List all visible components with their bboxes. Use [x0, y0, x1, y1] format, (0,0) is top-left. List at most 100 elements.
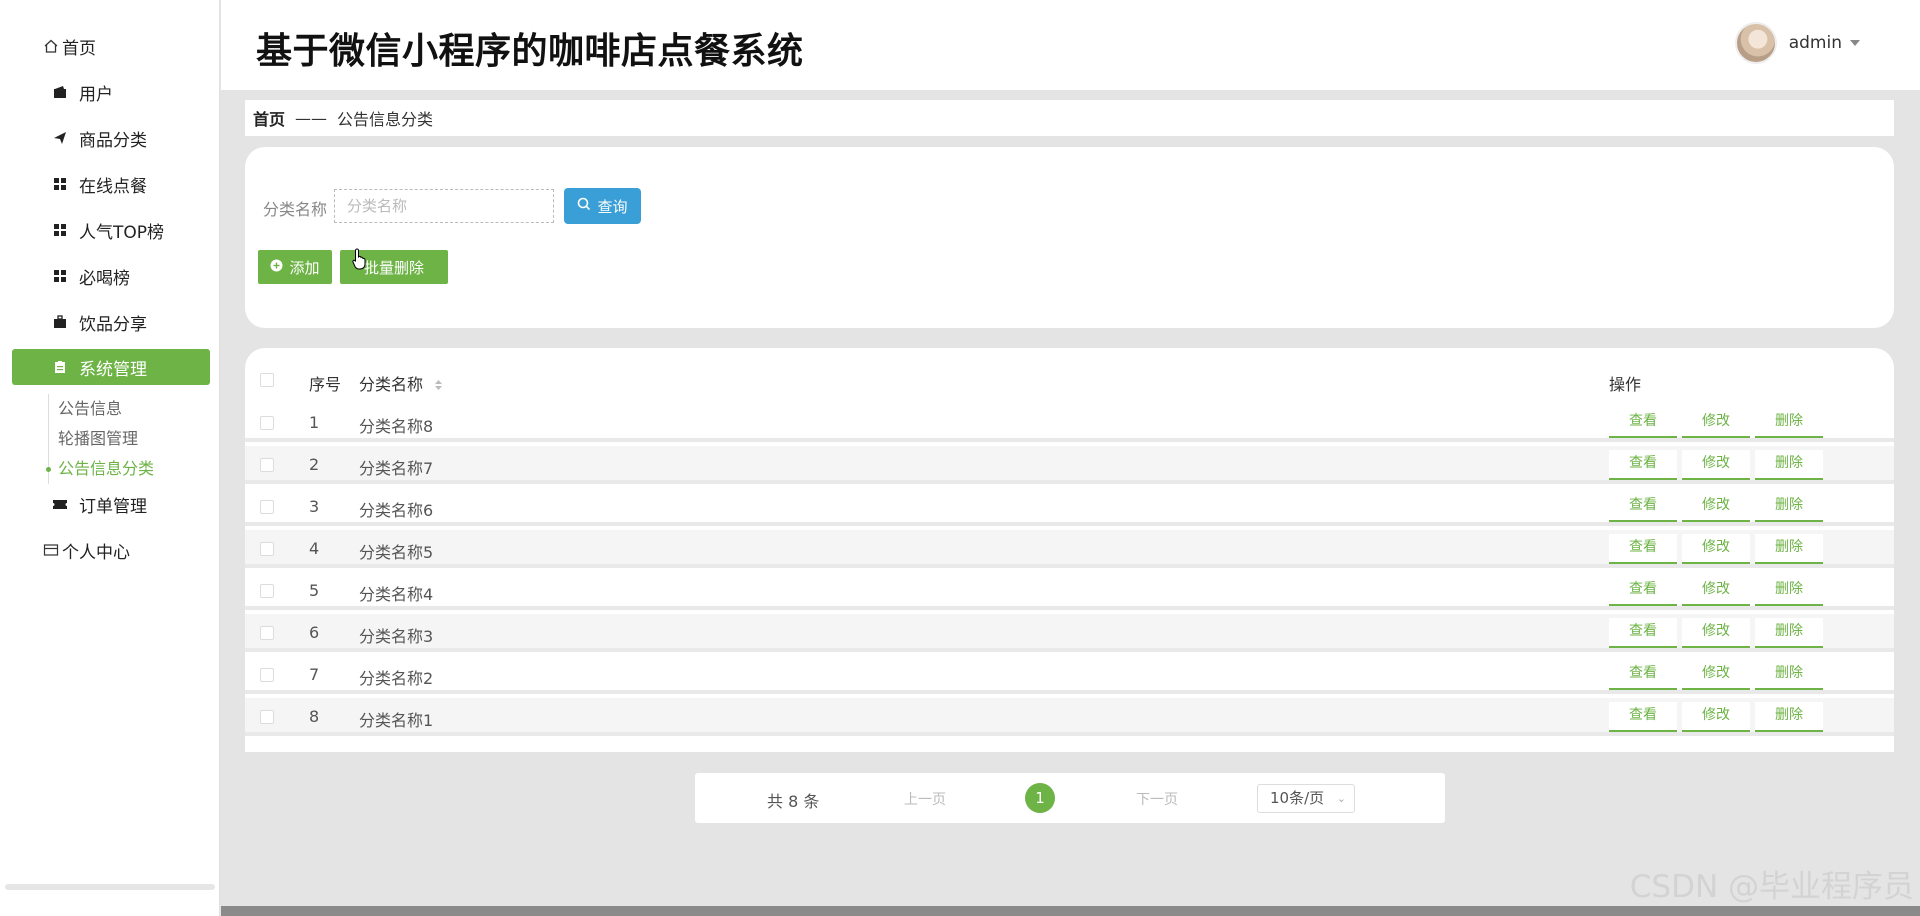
column-header-name[interactable]: 分类名称 — [359, 371, 443, 395]
chevron-down-icon: ⌄ — [1336, 792, 1346, 805]
sidebar-item-label: 饮品分享 — [79, 314, 147, 335]
row-checkbox[interactable] — [260, 416, 274, 430]
delete-button[interactable]: 删除 — [1755, 702, 1823, 732]
add-button[interactable]: 添加 — [258, 250, 332, 284]
table-row: 8 分类名称1 查看 修改 删除 — [245, 698, 1894, 736]
sidebar-item-top-list[interactable]: 人气TOP榜 — [12, 212, 210, 248]
user-menu[interactable]: admin — [1734, 22, 1860, 64]
view-button[interactable]: 查看 — [1609, 534, 1677, 564]
watermark: CSDN @毕业程序员 — [1629, 869, 1914, 905]
select-all-checkbox[interactable] — [260, 373, 274, 387]
row-name: 分类名称2 — [359, 669, 434, 688]
delete-button[interactable]: 删除 — [1755, 534, 1823, 564]
card-icon — [42, 541, 60, 559]
table-row: 5 分类名称4 查看 修改 删除 — [245, 572, 1894, 610]
search-input[interactable] — [334, 189, 554, 223]
page-size-value: 10条/页 — [1270, 789, 1325, 807]
row-checkbox[interactable] — [260, 584, 274, 598]
edit-button[interactable]: 修改 — [1682, 408, 1750, 438]
submenu-item-notice-category[interactable]: 公告信息分类 — [45, 454, 154, 484]
edit-button[interactable]: 修改 — [1682, 492, 1750, 522]
grid-icon — [51, 221, 69, 239]
row-checkbox[interactable] — [260, 542, 274, 556]
sidebar-item-users[interactable]: 用户 — [12, 74, 210, 110]
plus-circle-icon — [270, 258, 283, 276]
query-button-label: 查询 — [597, 197, 628, 216]
row-checkbox[interactable] — [260, 500, 274, 514]
breadcrumb-current: 公告信息分类 — [337, 110, 434, 129]
view-button[interactable]: 查看 — [1609, 450, 1677, 480]
edit-button[interactable]: 修改 — [1682, 534, 1750, 564]
delete-button[interactable]: 删除 — [1755, 576, 1823, 606]
grid-icon — [51, 175, 69, 193]
edit-button[interactable]: 修改 — [1682, 576, 1750, 606]
row-name: 分类名称7 — [359, 459, 434, 478]
next-page-button[interactable]: 下一页 — [1136, 789, 1178, 809]
prev-page-button[interactable]: 上一页 — [904, 789, 946, 809]
submenu-item-notice[interactable]: 公告信息 — [58, 394, 154, 424]
breadcrumb-home[interactable]: 首页 — [253, 106, 285, 130]
column-header-name-label: 分类名称 — [359, 375, 424, 394]
table-row: 3 分类名称6 查看 修改 删除 — [245, 488, 1894, 526]
view-button[interactable]: 查看 — [1609, 618, 1677, 648]
hand-cursor-icon — [352, 248, 368, 274]
top-header: 基于微信小程序的咖啡店点餐系统 admin — [221, 0, 1920, 90]
row-name: 分类名称1 — [359, 711, 434, 730]
edit-button[interactable]: 修改 — [1682, 450, 1750, 480]
sidebar-item-label: 商品分类 — [79, 130, 147, 151]
search-panel: 分类名称 查询 添加 批量删除 — [245, 147, 1894, 328]
sidebar-item-label: 订单管理 — [79, 496, 147, 517]
row-checkbox[interactable] — [260, 668, 274, 682]
view-button[interactable]: 查看 — [1609, 492, 1677, 522]
sidebar-item-label: 人气TOP榜 — [79, 222, 165, 243]
submenu-item-carousel[interactable]: 轮播图管理 — [58, 424, 154, 454]
system-submenu: 公告信息 轮播图管理 公告信息分类 — [45, 394, 154, 484]
view-button[interactable]: 查看 — [1609, 576, 1677, 606]
delete-button[interactable]: 删除 — [1755, 618, 1823, 648]
user-name: admin — [1788, 33, 1842, 53]
view-button[interactable]: 查看 — [1609, 408, 1677, 438]
delete-button[interactable]: 删除 — [1755, 450, 1823, 480]
sidebar-item-online-order[interactable]: 在线点餐 — [12, 166, 210, 202]
row-name: 分类名称5 — [359, 543, 434, 562]
page-number-button[interactable]: 1 — [1025, 783, 1055, 813]
edit-button[interactable]: 修改 — [1682, 660, 1750, 690]
edit-button[interactable]: 修改 — [1682, 618, 1750, 648]
delete-button[interactable]: 删除 — [1755, 660, 1823, 690]
data-table: 序号 分类名称 操作 1 分类名称8 查看 修改 删除 2 分类名称7 查看 修… — [245, 348, 1894, 752]
sidebar-scrollbar[interactable] — [5, 884, 215, 890]
table-row: 1 分类名称8 查看 修改 删除 — [245, 404, 1894, 442]
row-name: 分类名称4 — [359, 585, 434, 604]
table-row: 6 分类名称3 查看 修改 删除 — [245, 614, 1894, 652]
sidebar-item-must-drink[interactable]: 必喝榜 — [12, 258, 210, 294]
view-button[interactable]: 查看 — [1609, 702, 1677, 732]
sidebar-item-system-management[interactable]: 系统管理 — [12, 349, 210, 385]
row-checkbox[interactable] — [260, 458, 274, 472]
query-button[interactable]: 查询 — [564, 188, 641, 224]
sort-icon[interactable] — [434, 376, 443, 395]
sidebar: 首页 用户 商品分类 在线点餐 人气TOP榜 必喝榜 饮品分享 系统管理 公告信… — [0, 0, 220, 916]
sidebar-item-drink-share[interactable]: 饮品分享 — [12, 304, 210, 340]
search-label: 分类名称 — [263, 200, 328, 219]
search-icon — [577, 197, 591, 215]
page-size-select[interactable]: 10条/页 ⌄ — [1257, 784, 1355, 813]
sidebar-item-orders[interactable]: 订单管理 — [12, 486, 210, 522]
pagination-total: 共 8 条 — [767, 792, 820, 811]
row-checkbox[interactable] — [260, 626, 274, 640]
delete-button[interactable]: 删除 — [1755, 408, 1823, 438]
view-button[interactable]: 查看 — [1609, 660, 1677, 690]
row-index: 2 — [309, 455, 320, 474]
delete-button[interactable]: 删除 — [1755, 492, 1823, 522]
sidebar-item-product-category[interactable]: 商品分类 — [12, 120, 210, 156]
breadcrumb-separator: —— — [295, 108, 328, 128]
sidebar-item-home[interactable]: 首页 — [12, 28, 210, 64]
sidebar-item-profile[interactable]: 个人中心 — [12, 532, 210, 568]
row-index: 1 — [309, 413, 320, 432]
column-header-ops: 操作 — [1609, 375, 1642, 394]
row-index: 5 — [309, 581, 320, 600]
edit-button[interactable]: 修改 — [1682, 702, 1750, 732]
horizontal-scrollbar[interactable] — [221, 906, 1920, 916]
clipboard-icon — [51, 358, 69, 376]
table-row: 4 分类名称5 查看 修改 删除 — [245, 530, 1894, 568]
row-checkbox[interactable] — [260, 710, 274, 724]
